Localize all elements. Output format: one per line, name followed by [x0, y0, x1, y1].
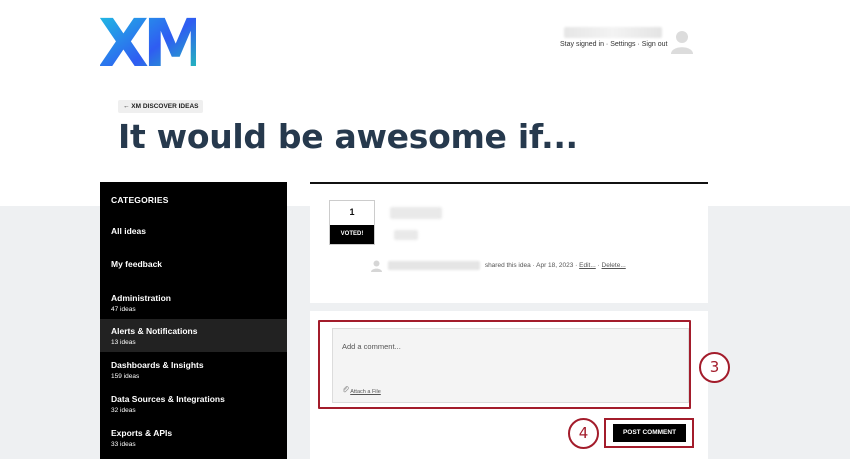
sidebar-item-dashboards-insights[interactable]: Dashboards & Insights 159 ideas: [100, 353, 287, 386]
back-to-discover-ideas-link[interactable]: ← XM DISCOVER IDEAS: [118, 100, 204, 113]
sidebar-item-alerts-notifications[interactable]: Alerts & Notifications 13 ideas: [100, 319, 287, 352]
sidebar-item-count: 47 ideas: [111, 306, 136, 313]
vote-count: 1: [349, 207, 355, 217]
sidebar-item-label: Alerts & Notifications: [111, 326, 198, 336]
idea-description-redacted: [394, 230, 418, 240]
avatar[interactable]: [669, 28, 695, 54]
idea-date: Apr 18, 2023: [536, 262, 574, 270]
sidebar-title: CATEGORIES: [111, 195, 169, 205]
step-callout-3: 3: [699, 352, 730, 383]
delete-idea-link[interactable]: Delete...: [602, 262, 626, 269]
sidebar-item-label: Exports & APIs: [111, 428, 173, 438]
vote-widget: 1 VOTED!: [329, 200, 375, 245]
idea-card: 1 VOTED! shared this idea · Apr 18, 2023…: [310, 186, 708, 303]
idea-title-redacted: [390, 207, 442, 219]
sidebar-item-count: 32 ideas: [111, 407, 136, 414]
sidebar-item-count: 13 ideas: [111, 339, 136, 346]
content-divider: [310, 182, 708, 184]
sidebar-item-data-sources-integrations[interactable]: Data Sources & Integrations 32 ideas: [100, 387, 287, 420]
sidebar-item-label: My feedback: [111, 259, 163, 269]
page-title: It would be awesome if...: [118, 117, 578, 156]
user-links: Stay signed in · Settings · Sign out: [560, 41, 668, 48]
edit-idea-link[interactable]: Edit...: [579, 262, 596, 269]
shared-text: shared this idea: [484, 262, 531, 270]
sign-out-link[interactable]: Sign out: [642, 41, 668, 48]
comment-highlight-box: [318, 320, 691, 409]
sidebar-item-my-feedback[interactable]: My feedback: [100, 249, 287, 282]
sidebar-item-label: All ideas: [111, 226, 146, 236]
xm-logo[interactable]: XM: [98, 5, 209, 82]
user-menu: Stay signed in · Settings · Sign out: [560, 27, 668, 48]
author-avatar: [370, 259, 383, 272]
sidebar-item-administration[interactable]: Administration 47 ideas: [100, 286, 287, 319]
idea-meta: shared this idea · Apr 18, 2023 · Edit..…: [370, 259, 626, 272]
categories-sidebar: CATEGORIES All ideas My feedback Adminis…: [100, 182, 287, 459]
sidebar-item-label: Data Sources & Integrations: [111, 394, 225, 404]
author-name-redacted: [388, 261, 480, 270]
logo-text: XM: [100, 13, 196, 67]
sidebar-item-count: 159 ideas: [111, 373, 140, 380]
step-callout-4: 4: [568, 418, 599, 449]
sidebar-item-all-ideas[interactable]: All ideas: [100, 216, 287, 249]
post-comment-button[interactable]: POST COMMENT: [613, 424, 686, 442]
user-name-redacted: [564, 27, 662, 38]
sidebar-item-label: Dashboards & Insights: [111, 360, 204, 370]
sidebar-item-label: Administration: [111, 293, 171, 303]
stay-signed-in-link[interactable]: Stay signed in: [560, 41, 604, 48]
voted-button[interactable]: VOTED!: [330, 225, 374, 244]
sidebar-item-exports-apis[interactable]: Exports & APIs 33 ideas: [100, 421, 287, 454]
sidebar-item-count: 33 ideas: [111, 441, 136, 448]
settings-link[interactable]: Settings: [610, 41, 635, 48]
